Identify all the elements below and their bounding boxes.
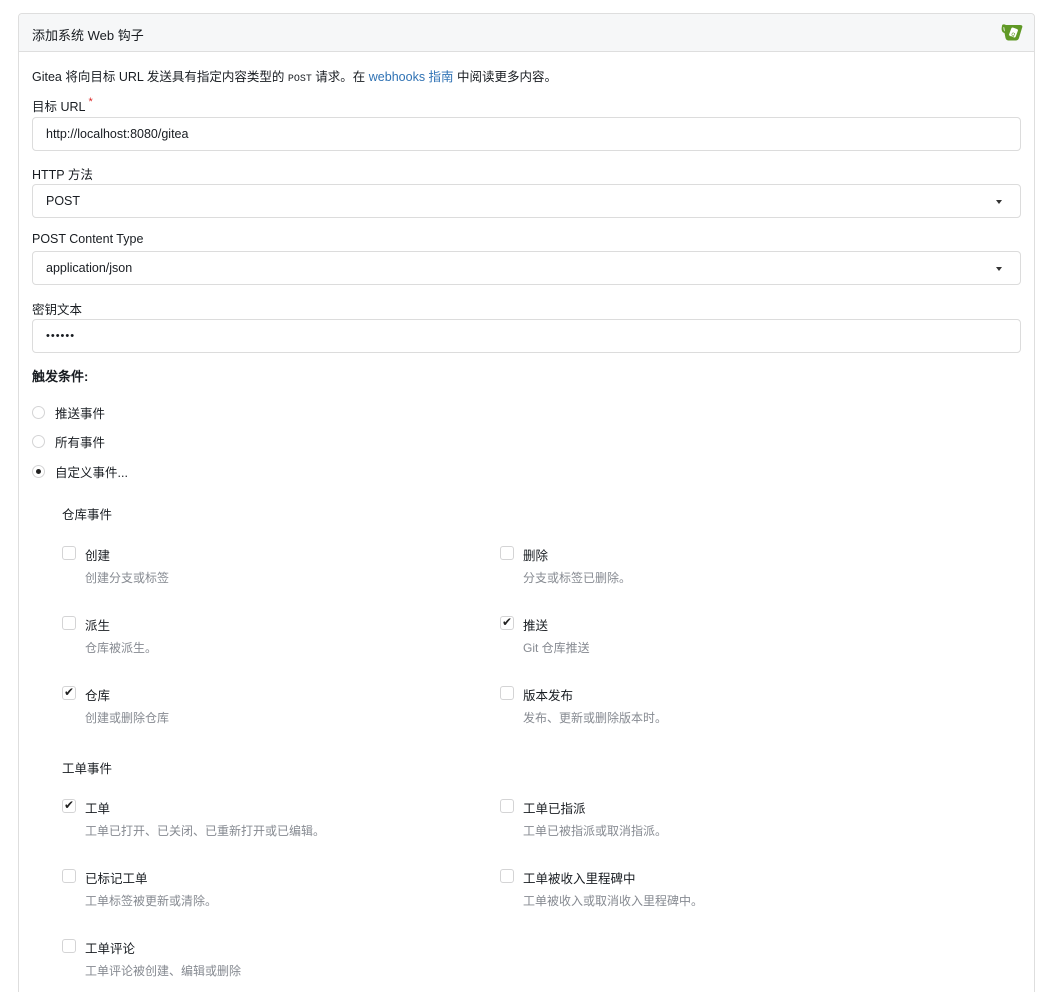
checkbox[interactable] [62,685,76,700]
http-method-value: POST [46,194,81,208]
dropdown-caret-icon [996,267,1002,271]
checkbox[interactable] [62,798,76,813]
webhook-description: Gitea 将向目标 URL 发送具有指定内容类型的 POST 请求。在 web… [32,70,558,85]
target-url-field[interactable] [32,117,1021,151]
content-type-select[interactable]: application/json [32,251,1021,285]
radio-button[interactable] [32,435,45,448]
radio-button[interactable] [32,406,45,419]
checkbox[interactable] [62,616,76,630]
radio-all-events[interactable]: 所有事件 [32,432,105,451]
checkbox[interactable] [500,615,514,630]
trigger-title: 触发条件: [32,369,89,384]
issue-events-title: 工单事件 [62,762,113,776]
secret-input[interactable]: •••••• [46,330,75,342]
checkbox[interactable] [500,799,514,813]
webhook-form-panel: 添加系统 Web 钩子 g [18,13,1035,992]
target-url-label: 目标 URL * [32,96,93,114]
content-type-value: application/json [46,261,133,275]
repo-events-title: 仓库事件 [62,508,113,522]
post-code: POST [287,74,312,85]
http-method-select[interactable]: POST [32,184,1021,218]
required-mark: * [88,96,93,108]
checkbox[interactable] [62,546,76,560]
radio-push-events[interactable]: 推送事件 [32,403,105,422]
content-type-label: POST Content Type [32,232,144,246]
checkbox[interactable] [62,869,76,883]
target-url-input[interactable] [46,127,1007,141]
radio-button[interactable] [32,465,45,478]
secret-field[interactable]: •••••• [32,319,1021,353]
secret-label: 密钥文本 [32,303,83,317]
checkbox[interactable] [62,939,76,953]
webhooks-guide-link[interactable]: webhooks 指南 [369,70,454,84]
dropdown-caret-icon [996,200,1002,204]
checkbox[interactable] [500,686,514,700]
gitea-logo-icon: g [1001,24,1023,41]
radio-custom-events[interactable]: 自定义事件... [32,462,128,481]
checkbox[interactable] [500,869,514,883]
checkbox[interactable] [500,546,514,560]
http-method-label: HTTP 方法 [32,168,93,182]
page-title: 添加系统 Web 钩子 [32,28,144,43]
panel-header: 添加系统 Web 钩子 g [19,14,1034,52]
